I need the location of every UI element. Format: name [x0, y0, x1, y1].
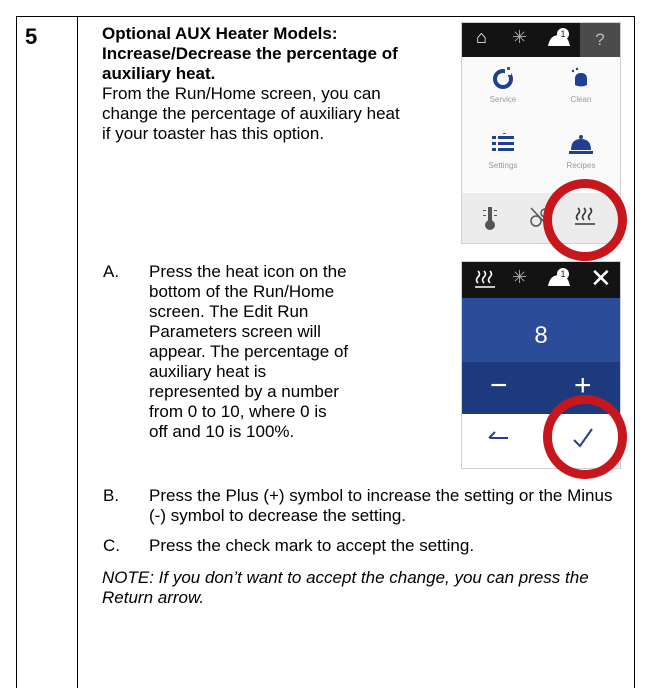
help-icon: ? [580, 23, 620, 57]
highlight-ring-heat [543, 179, 627, 261]
clean-label: Clean [570, 95, 592, 104]
note-text: NOTE: If you don’t want to accept the ch… [102, 568, 589, 607]
service-tile: Service [464, 67, 542, 115]
home-icon: ⌂ [476, 27, 487, 47]
svg-text:1: 1 [560, 29, 565, 39]
step-intro-body: From the Run/Home screen, you can change… [102, 84, 400, 143]
snowflake-icon: ✳ [512, 27, 528, 47]
clean-tile: Clean [542, 67, 620, 115]
snowflake-icon: ✳ [512, 267, 528, 287]
screen-top-bar: ✳ 1 ✕ [462, 262, 620, 298]
item-text: Press the Plus (+) symbol to increase th… [149, 486, 613, 525]
clean-icon [542, 67, 620, 95]
thermometer-icon [482, 205, 498, 236]
service-icon [464, 67, 542, 95]
highlight-ring-check [543, 395, 627, 479]
settings-label: Settings [488, 161, 518, 170]
step-number: 5 [25, 24, 38, 49]
toaster-alert-icon: 1 [546, 267, 572, 294]
settings-tile: Settings [464, 131, 542, 181]
item-text: Press the heat icon on the bottom of the… [149, 262, 349, 441]
heat-icon [474, 268, 496, 295]
minus-button[interactable]: − [490, 368, 508, 404]
return-arrow-icon[interactable] [486, 426, 512, 453]
screen-top-bar: ⌂ ✳ 1 ? [462, 23, 620, 57]
step-intro: Optional AUX Heater Models: Increase/Dec… [102, 24, 402, 144]
close-icon[interactable]: ✕ [590, 263, 612, 294]
toaster-alert-icon: 1 [546, 27, 572, 54]
settings-icon [464, 131, 542, 161]
item-label: C. [103, 536, 120, 555]
step-title: Optional AUX Heater Models: Increase/Dec… [102, 24, 398, 83]
service-label: Service [489, 95, 517, 104]
recipes-label: Recipes [566, 161, 596, 170]
item-label: B. [103, 486, 120, 505]
recipes-icon [542, 133, 620, 161]
item-label: A. [103, 262, 120, 281]
svg-text:1: 1 [560, 269, 565, 279]
recipes-tile: Recipes [542, 133, 620, 181]
column-divider [77, 16, 78, 688]
item-text: Press the check mark to accept the setti… [149, 536, 475, 555]
aux-heat-value: 8 [534, 322, 548, 349]
